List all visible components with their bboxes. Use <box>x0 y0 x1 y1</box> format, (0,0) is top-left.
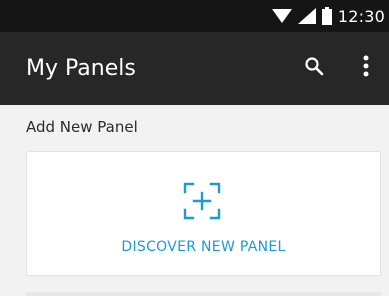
page-title: My Panels <box>26 56 136 81</box>
search-icon <box>304 56 324 81</box>
divider <box>26 292 381 296</box>
search-button[interactable] <box>300 54 328 82</box>
discover-new-panel-label: DISCOVER NEW PANEL <box>121 239 286 255</box>
discover-new-panel-card[interactable]: DISCOVER NEW PANEL <box>26 151 381 276</box>
signal-icon <box>297 8 316 24</box>
status-bar: 12:30 <box>0 0 389 32</box>
more-vert-icon <box>363 55 369 82</box>
more-options-button[interactable] <box>352 53 380 83</box>
app-bar: My Panels <box>0 32 389 105</box>
battery-icon <box>321 7 332 25</box>
status-time: 12:30 <box>337 6 385 26</box>
scan-add-icon <box>182 181 222 221</box>
wifi-icon <box>271 8 292 24</box>
section-label-add-new-panel: Add New Panel <box>26 118 138 136</box>
